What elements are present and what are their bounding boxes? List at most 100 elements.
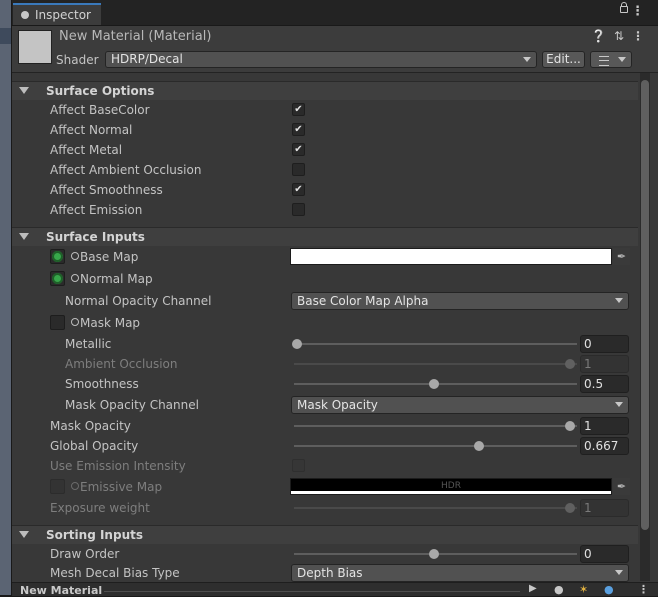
exposure-weight-slider-track	[294, 507, 577, 509]
list-icon	[599, 56, 609, 66]
object-picker-icon	[71, 482, 79, 490]
normal-opacity-channel-dropdown[interactable]: Base Color Map Alpha	[291, 292, 629, 310]
row-emissive-map: Emissive Map HDR ✒	[12, 477, 638, 497]
ambient-occlusion-value-field: 1	[580, 355, 629, 373]
affect-ambient-occlusion-checkbox[interactable]	[292, 163, 305, 176]
emissive-map-toggle	[50, 479, 65, 494]
global-opacity-slider-handle[interactable]	[474, 441, 485, 451]
global-opacity-slider-track[interactable]	[294, 445, 577, 447]
mask-map-toggle[interactable]	[50, 315, 65, 330]
row-affect-normal: Affect Normal ✔	[12, 120, 638, 140]
row-normal-opacity-channel: Normal Opacity Channel Base Color Map Al…	[12, 291, 638, 311]
object-picker-icon[interactable]	[71, 252, 79, 260]
mask-opacity-slider-handle[interactable]	[565, 421, 575, 431]
emissive-color-field[interactable]: HDR	[290, 478, 612, 495]
metallic-slider-handle[interactable]	[292, 339, 302, 349]
shader-dropdown[interactable]: HDRP/Decal	[105, 51, 537, 68]
row-global-opacity: Global Opacity 0.667	[12, 436, 638, 456]
base-map-toggle[interactable]	[50, 249, 65, 264]
mask-opacity-slider-track[interactable]	[294, 425, 577, 427]
base-map-color-field[interactable]	[290, 248, 612, 265]
exposure-weight-slider-handle	[565, 503, 575, 513]
row-ambient-occlusion: Ambient Occlusion 1	[12, 354, 638, 374]
chevron-down-icon	[615, 570, 623, 575]
edit-shader-button[interactable]: Edit...	[542, 51, 585, 68]
row-mask-opacity-channel: Mask Opacity Channel Mask Opacity	[12, 395, 638, 415]
smoothness-slider-handle[interactable]	[428, 379, 439, 389]
field-label: Exposure weight	[50, 501, 150, 515]
affect-emission-checkbox[interactable]	[292, 203, 305, 216]
field-label: Affect Normal	[50, 123, 133, 137]
play-icon[interactable]: ▶	[529, 583, 541, 595]
inspector-content: Surface Options Affect BaseColor ✔ Affec…	[12, 73, 638, 583]
row-normal-map: Normal Map	[12, 269, 638, 289]
tab-inspector[interactable]: Inspector	[13, 3, 101, 25]
field-label: Mask Opacity	[50, 419, 131, 433]
section-title: Sorting Inputs	[46, 528, 143, 542]
ambient-occlusion-slider-track	[294, 363, 577, 365]
row-use-emission-intensity: Use Emission Intensity	[12, 456, 638, 476]
field-label: Base Map	[80, 250, 139, 264]
affect-metal-checkbox[interactable]: ✔	[292, 143, 305, 156]
scrollbar-thumb[interactable]	[641, 80, 649, 530]
field-label: Global Opacity	[50, 439, 139, 453]
metallic-slider-track[interactable]	[294, 343, 577, 345]
help-icon[interactable]: ❔	[591, 29, 606, 43]
preview-footer: New Material ▶ ● ✶ ● ⋮	[12, 582, 658, 597]
material-preview-thumbnail	[18, 30, 52, 64]
object-picker-icon[interactable]	[71, 274, 79, 282]
field-label: Draw Order	[50, 547, 120, 561]
mask-opacity-channel-dropdown[interactable]: Mask Opacity	[291, 396, 629, 414]
affect-normal-checkbox[interactable]: ✔	[292, 123, 305, 136]
header-icons: ❔ ⇅ ⋮	[591, 29, 644, 43]
affect-basecolor-checkbox[interactable]: ✔	[292, 103, 305, 116]
field-label: Affect Ambient Occlusion	[50, 163, 202, 177]
row-mask-map: Mask Map	[12, 313, 638, 333]
tab-bar: Inspector ⋮	[12, 0, 658, 26]
info-icon	[21, 11, 29, 19]
section-surface-inputs[interactable]: Surface Inputs	[12, 227, 638, 246]
field-label: Smoothness	[65, 377, 139, 391]
smoothness-value-field[interactable]: 0.5	[580, 375, 629, 393]
eyedropper-icon[interactable]: ✒	[613, 478, 630, 495]
object-picker-icon[interactable]	[71, 318, 79, 326]
sphere-icon[interactable]: ●	[604, 583, 616, 596]
draw-order-slider-handle[interactable]	[428, 549, 439, 559]
header-menu-icon[interactable]: ⋮	[632, 29, 644, 43]
ambient-occlusion-slider-handle	[565, 359, 575, 369]
field-label: Normal Map	[80, 272, 153, 286]
row-mesh-decal-bias-type: Mesh Decal Bias Type Depth Bias	[12, 563, 638, 583]
field-label: Affect Smoothness	[50, 183, 163, 197]
section-surface-options[interactable]: Surface Options	[12, 81, 638, 100]
row-affect-smoothness: Affect Smoothness ✔	[12, 180, 638, 200]
affect-smoothness-checkbox[interactable]: ✔	[292, 183, 305, 196]
dropdown-value: Mask Opacity	[297, 398, 378, 412]
shader-options-button[interactable]	[590, 51, 632, 68]
section-sorting-inputs[interactable]: Sorting Inputs	[12, 525, 638, 544]
eyedropper-icon[interactable]: ✒	[613, 248, 630, 265]
draw-order-value-field[interactable]: 0	[580, 545, 629, 563]
material-header: New Material (Material) ❔ ⇅ ⋮ Shader HDR…	[12, 26, 658, 73]
mesh-decal-bias-type-dropdown[interactable]: Depth Bias	[291, 564, 629, 582]
mask-opacity-value-field[interactable]: 1	[580, 417, 629, 435]
chevron-down-icon	[615, 402, 623, 407]
row-metallic: Metallic 0	[12, 334, 638, 354]
chevron-down-icon	[618, 57, 626, 62]
preview-divider	[104, 591, 520, 592]
normal-map-toggle[interactable]	[50, 271, 65, 286]
row-exposure-weight: Exposure weight 1	[12, 498, 638, 518]
row-affect-basecolor: Affect BaseColor ✔	[12, 100, 638, 120]
tab-menu-icon[interactable]: ⋮	[631, 5, 644, 18]
lock-icon[interactable]	[620, 2, 628, 13]
foldout-arrow-icon	[19, 531, 29, 538]
dropdown-value: Depth Bias	[297, 566, 363, 580]
scene-view-edge	[0, 0, 11, 595]
global-opacity-value-field[interactable]: 0.667	[580, 437, 629, 455]
use-emission-intensity-checkbox	[292, 459, 305, 472]
field-label: Emissive Map	[80, 480, 163, 494]
preview-menu-icon[interactable]: ⋮	[638, 583, 650, 596]
mesh-icon[interactable]: ●	[554, 583, 566, 596]
metallic-value-field[interactable]: 0	[580, 335, 629, 353]
lights-icon[interactable]: ✶	[579, 583, 591, 596]
presets-icon[interactable]: ⇅	[614, 29, 624, 43]
